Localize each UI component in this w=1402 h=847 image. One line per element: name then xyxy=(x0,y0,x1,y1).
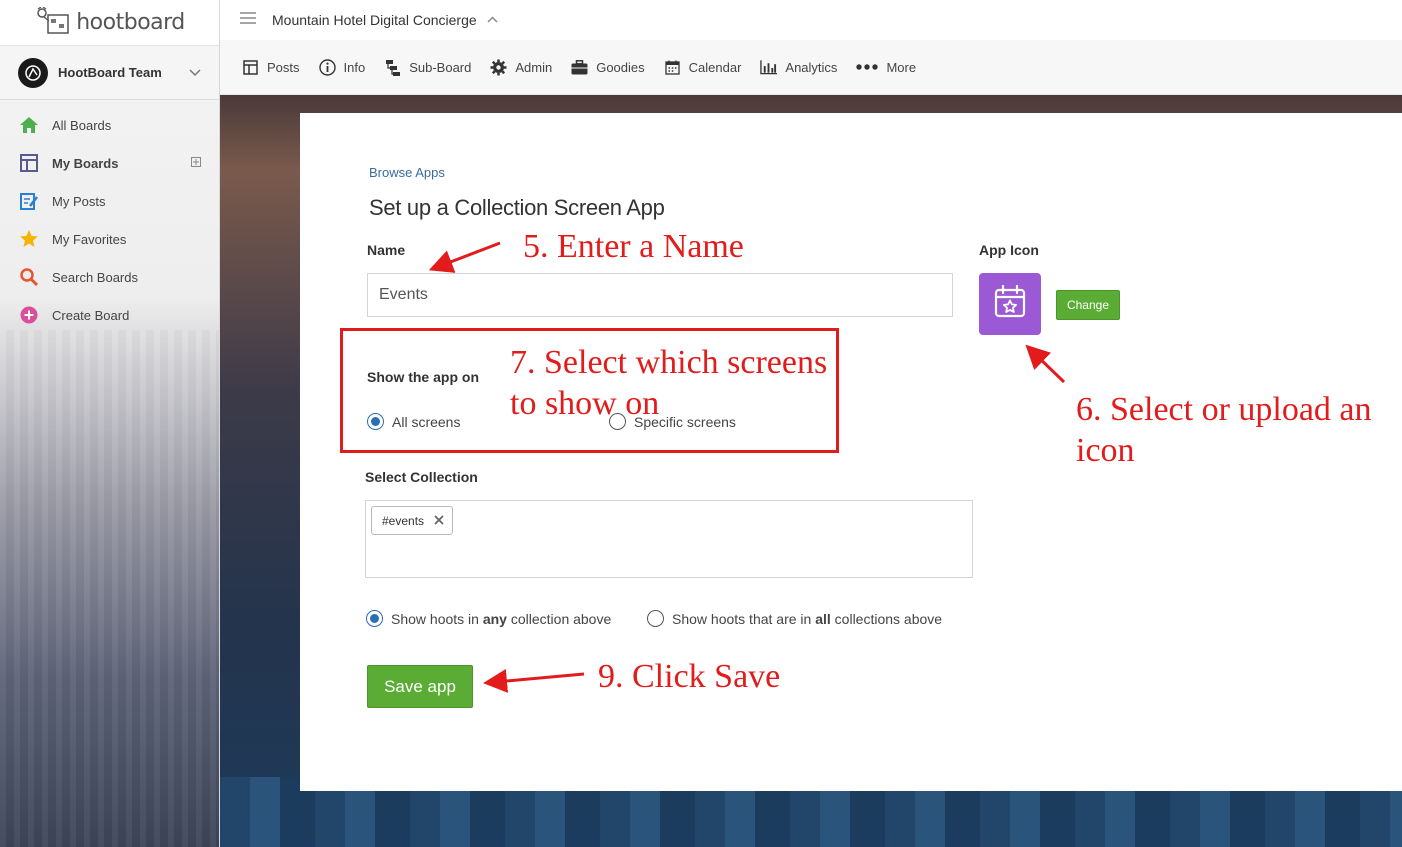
tab-label: Calendar xyxy=(688,59,742,75)
tab-label: More xyxy=(886,59,917,75)
tab-label: Posts xyxy=(267,59,300,75)
briefcase-icon xyxy=(571,59,588,76)
board-tabs: Posts Info Sub-Board Admin Goodies Calen… xyxy=(220,40,1402,95)
radio-button[interactable] xyxy=(647,610,664,627)
boards-grid-icon xyxy=(18,152,40,174)
annotation-step9: 9. Click Save xyxy=(598,658,781,695)
home-icon xyxy=(18,114,40,136)
add-board-icon[interactable] xyxy=(191,156,201,170)
select-collection-label: Select Collection xyxy=(365,469,478,485)
sidebar-item-all-boards[interactable]: All Boards xyxy=(0,106,219,144)
tab-label: Admin xyxy=(515,59,553,75)
tab-sub-board[interactable]: Sub-Board xyxy=(384,59,471,76)
chevron-down-icon xyxy=(189,66,201,80)
info-icon xyxy=(318,58,336,76)
page-title: Set up a Collection Screen App xyxy=(369,195,665,220)
plus-circle-icon xyxy=(18,304,40,326)
annotation-step6-line1: 6. Select or upload an xyxy=(1076,391,1372,428)
team-switcher[interactable]: HootBoard Team xyxy=(0,46,219,100)
collection-tag: #events xyxy=(371,506,454,535)
sidebar-item-search-boards[interactable]: Search Boards xyxy=(0,258,219,296)
logo-text: hootboard xyxy=(76,10,185,35)
sidebar: hootboard HootBoard Team All Boards My B… xyxy=(0,0,220,847)
collection-selector[interactable]: #events xyxy=(365,500,973,578)
tab-label: Info xyxy=(343,59,366,75)
tab-analytics[interactable]: Analytics xyxy=(760,59,837,76)
team-name: HootBoard Team xyxy=(58,65,162,80)
close-icon[interactable] xyxy=(434,512,444,529)
calendar-star-icon xyxy=(990,282,1030,327)
radio-button-selected[interactable] xyxy=(366,610,383,627)
sidebar-item-label: My Boards xyxy=(52,155,119,171)
calendar-icon xyxy=(664,59,681,76)
annotation-step6-line2: icon xyxy=(1076,432,1135,469)
gear-icon xyxy=(490,59,507,76)
edit-post-icon xyxy=(18,190,40,212)
tab-info[interactable]: Info xyxy=(318,58,366,76)
board-title[interactable]: Mountain Hotel Digital Concierge xyxy=(272,12,477,28)
tab-more[interactable]: More xyxy=(856,59,916,76)
tab-goodies[interactable]: Goodies xyxy=(571,59,645,76)
radio-match-any[interactable]: Show hoots in any collection above xyxy=(366,610,611,627)
app-icon-preview[interactable] xyxy=(979,273,1041,335)
save-app-button[interactable]: Save app xyxy=(367,665,473,708)
hamburger-menu-icon[interactable] xyxy=(240,11,258,29)
tab-calendar[interactable]: Calendar xyxy=(664,59,742,76)
sidebar-item-my-posts[interactable]: My Posts xyxy=(0,182,219,220)
sidebar-item-label: Create Board xyxy=(52,307,130,323)
name-input[interactable] xyxy=(367,273,953,317)
tab-label: Analytics xyxy=(785,59,838,75)
sub-board-icon xyxy=(384,59,401,76)
star-icon xyxy=(18,228,40,250)
chevron-up-icon[interactable] xyxy=(487,14,498,26)
posts-icon xyxy=(242,59,259,76)
annotation-step7-line2: to show on xyxy=(510,385,660,422)
tab-admin[interactable]: Admin xyxy=(490,59,552,76)
sidebar-item-label: Search Boards xyxy=(52,269,138,285)
change-icon-button[interactable]: Change xyxy=(1056,290,1120,320)
sidebar-item-label: My Favorites xyxy=(52,231,127,247)
tag-label: #events xyxy=(382,513,425,528)
radio-match-all[interactable]: Show hoots that are in all collections a… xyxy=(647,610,942,627)
more-dots-icon xyxy=(856,59,879,76)
team-avatar xyxy=(18,57,48,88)
search-icon xyxy=(18,266,40,288)
tab-label: Sub-Board xyxy=(409,59,472,75)
tab-label: Goodies xyxy=(596,59,645,75)
radio-label: Show hoots that are in all collections a… xyxy=(672,610,943,627)
annotation-step5: 5. Enter a Name xyxy=(523,228,744,265)
tab-posts[interactable]: Posts xyxy=(242,59,300,76)
name-label: Name xyxy=(367,242,406,258)
sidebar-nav: All Boards My Boards My Posts My Favorit… xyxy=(0,100,219,334)
app-icon-label: App Icon xyxy=(979,242,1039,258)
owl-board-icon xyxy=(34,6,72,39)
bar-chart-icon xyxy=(760,59,778,76)
board-header: Mountain Hotel Digital Concierge xyxy=(220,0,1402,40)
sidebar-item-label: My Posts xyxy=(52,193,106,209)
browse-apps-link[interactable]: Browse Apps xyxy=(369,165,445,180)
radio-label: Show hoots in any collection above xyxy=(391,610,612,627)
sidebar-item-my-boards[interactable]: My Boards xyxy=(0,144,219,182)
annotation-step7-line1: 7. Select which screens xyxy=(510,344,828,381)
sidebar-item-create-board[interactable]: Create Board xyxy=(0,296,219,334)
sidebar-item-my-favorites[interactable]: My Favorites xyxy=(0,220,219,258)
hootboard-logo[interactable]: hootboard xyxy=(0,0,219,46)
sidebar-item-label: All Boards xyxy=(52,117,112,133)
